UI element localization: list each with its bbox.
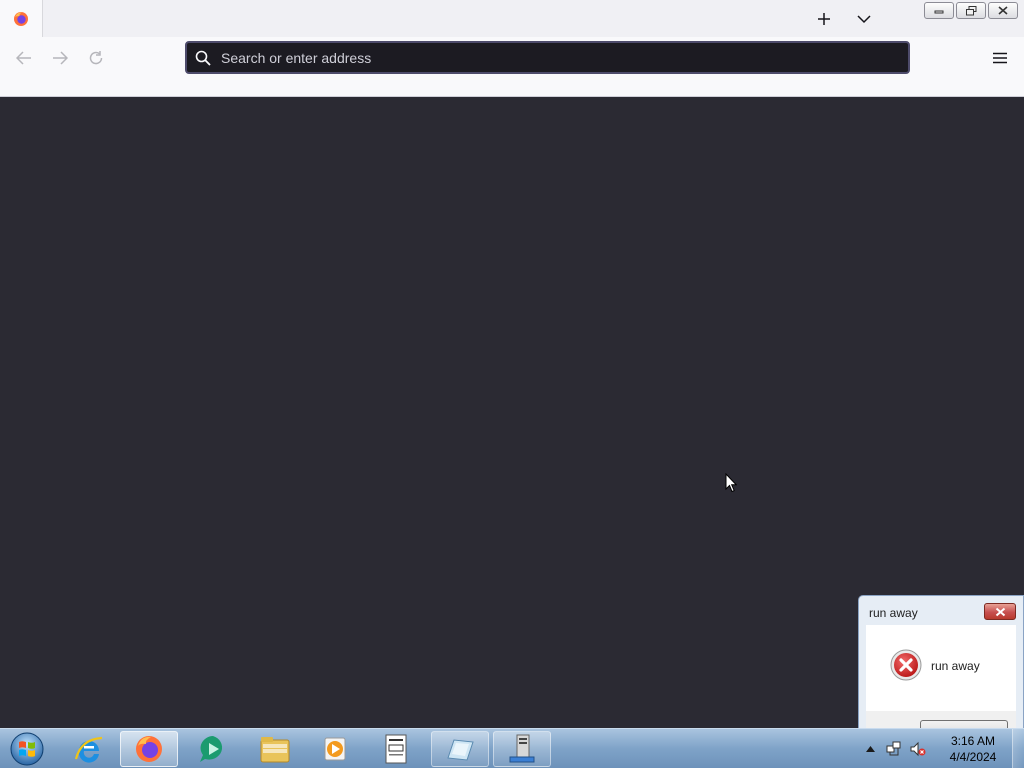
taskbar-file-explorer[interactable] [246,731,304,767]
close-icon [998,6,1008,15]
media-player-icon [324,737,346,761]
forward-button[interactable] [48,47,72,69]
dialog-message: run away [931,659,980,673]
taskbar-media-player[interactable] [306,731,364,767]
firefox-icon [136,736,162,762]
windows-orb-icon [10,732,44,766]
url-bar[interactable] [185,41,910,74]
app-menu-button[interactable] [988,47,1012,69]
start-button[interactable] [5,730,49,768]
system-tray: 3:16 AM 4/4/2024 [862,729,1024,768]
address-input[interactable] [221,49,871,66]
hamburger-menu-icon [993,52,1007,64]
search-icon [195,50,211,66]
minimize-icon [934,10,944,13]
browser-tab[interactable] [0,0,43,37]
taskbar-notepad-document[interactable] [367,731,425,767]
dialog-body: run away [866,625,1016,711]
taskbar-unknown-app[interactable] [184,731,242,767]
notepad-pad-icon [447,739,474,761]
new-tab-button[interactable] [812,7,836,31]
dialog-close-button[interactable] [984,603,1016,620]
folder-icon [260,737,290,763]
network-icon [886,741,901,756]
server-icon [509,734,535,763]
taskbar: 3:16 AM 4/4/2024 [0,728,1024,768]
back-button[interactable] [12,47,36,69]
minimize-button[interactable] [924,2,954,19]
network-tray-icon[interactable] [886,741,902,757]
clock-date: 4/4/2024 [949,750,997,764]
volume-muted-icon [910,741,926,757]
error-dialog: run away run away [858,595,1024,732]
close-icon [995,607,1005,616]
restore-icon [965,5,976,15]
tab-bar [0,0,1024,37]
chevron-down-icon [857,15,871,24]
close-window-button[interactable] [988,2,1018,19]
show-hidden-icons-button[interactable] [862,741,878,757]
taskbar-dialog-app[interactable] [431,731,489,767]
triangle-up-icon [865,746,875,752]
arrow-right-icon [53,51,68,65]
taskbar-internet-explorer[interactable] [60,731,118,767]
reload-button[interactable] [84,47,108,69]
list-all-tabs-button[interactable] [852,7,876,31]
internet-explorer-icon [74,736,103,763]
taskbar-server-app[interactable] [493,731,551,767]
volume-tray-icon[interactable] [910,741,926,757]
taskbar-clock[interactable]: 3:16 AM 4/4/2024 [938,733,1008,765]
navigation-toolbar [0,37,1024,97]
arrow-left-icon [16,51,31,65]
firefox-icon [14,11,28,26]
error-icon [890,649,922,681]
reload-icon [89,51,103,65]
dialog-title: run away [869,606,918,620]
restore-button[interactable] [956,2,986,19]
document-icon [385,734,407,764]
taskbar-firefox[interactable] [120,731,178,767]
plus-icon [818,13,830,25]
show-desktop-button[interactable] [1012,729,1024,768]
clock-time: 3:16 AM [950,734,996,748]
window-controls [924,2,1018,19]
chat-bubble-app-icon [200,736,223,762]
mouse-cursor-icon [725,473,737,493]
